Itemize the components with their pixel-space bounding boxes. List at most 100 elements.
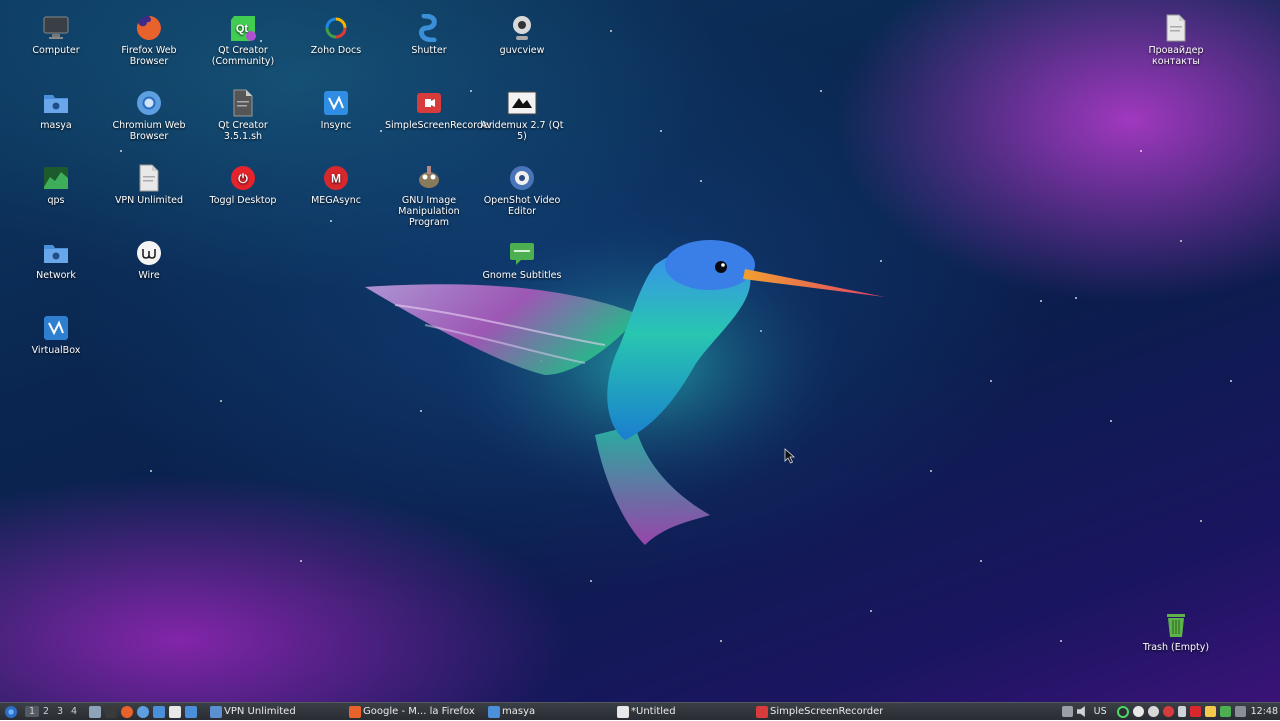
desktop-icon-document[interactable]: Провайдер контакты	[1130, 13, 1222, 67]
keyboard-layout-indicator[interactable]: US	[1094, 706, 1107, 717]
screen-recorder-icon	[756, 705, 768, 718]
taskbar-window-button[interactable]: *Untitled	[612, 704, 751, 720]
desktop-icon-label: GNU Image Manipulation Program	[398, 195, 460, 228]
mail-icon[interactable]	[1204, 706, 1216, 717]
avidemux-icon	[507, 88, 537, 118]
file-manager-icon[interactable]	[153, 705, 165, 718]
desktop-icon-label: VirtualBox	[31, 345, 81, 356]
menu-button[interactable]	[0, 703, 22, 721]
terminal-icon[interactable]	[105, 705, 117, 718]
battery-icon[interactable]	[1219, 706, 1231, 717]
workspace-3[interactable]: 3	[53, 706, 67, 717]
taskbar-window-button[interactable]: Google - M... la Firefox	[344, 704, 483, 720]
star	[150, 470, 152, 472]
desktop-icon-label: Firefox Web Browser	[121, 45, 177, 67]
mega-icon: M	[321, 163, 351, 193]
script-file-icon	[228, 88, 258, 118]
desktop-icon-chromium[interactable]: Chromium Web Browser	[103, 88, 195, 142]
mouse-pointer-icon	[784, 448, 796, 464]
desktop-icon-vpn-file[interactable]: VPN Unlimited	[103, 163, 195, 206]
desktop-icon-label: OpenShot Video Editor	[483, 195, 561, 217]
clipboard-icon[interactable]	[1061, 706, 1073, 717]
workspace-2[interactable]: 2	[39, 706, 53, 717]
desktop-icon-label: Zoho Docs	[310, 45, 362, 56]
notifications-icon[interactable]	[1234, 706, 1246, 717]
desktop-icon-label: MEGAsync	[311, 195, 361, 206]
qt-creator-icon: Qt	[228, 13, 258, 43]
screen-recorder-tray-icon[interactable]	[1162, 706, 1174, 717]
folder-icon[interactable]	[185, 705, 197, 718]
desktop-icon-insync[interactable]: Insync	[290, 88, 382, 131]
network-tray-icon[interactable]	[1147, 706, 1159, 717]
workspace-1[interactable]: 1	[25, 706, 39, 717]
desktop-icon-label: Chromium Web Browser	[112, 120, 186, 142]
workspace-switcher: 1234	[22, 703, 84, 721]
desktop-icon-gimp[interactable]: GNU Image Manipulation Program	[383, 163, 475, 228]
qps-monitor-icon	[41, 163, 71, 193]
star	[1040, 300, 1042, 302]
desktop-icon-home-folder[interactable]: masya	[10, 88, 102, 131]
firefox-icon[interactable]	[121, 705, 133, 718]
desktop-icon-label: Trash (Empty)	[1142, 642, 1210, 653]
star	[1075, 297, 1077, 299]
quick-launch-bar	[84, 703, 202, 721]
taskbar-window-button[interactable]: SimpleScreenRecorder	[751, 704, 910, 720]
sync-status-icon[interactable]	[1116, 705, 1129, 718]
trash-icon	[1161, 610, 1191, 640]
taskbar-window-button[interactable]: VPN Unlimited	[205, 704, 344, 720]
desktop-icon-avidemux[interactable]: Avidemux 2.7 (Qt 5)	[476, 88, 568, 142]
volume-icon[interactable]	[1076, 706, 1085, 717]
desktop-background: Computer Firefox Web Browser Qt Qt Creator …	[0, 0, 1280, 702]
desktop-icon-network-folder[interactable]: Network	[10, 238, 102, 281]
computer-icon	[41, 13, 71, 43]
screen-recorder-icon	[414, 88, 444, 118]
desktop-icon-trash[interactable]: Trash (Empty)	[1130, 610, 1222, 653]
firefox-icon	[134, 13, 164, 43]
text-editor-icon	[617, 705, 629, 718]
star	[990, 380, 992, 382]
network-folder-icon	[41, 238, 71, 268]
desktop-icon-label: Провайдер контакты	[1148, 45, 1204, 67]
clock[interactable]: 12:48	[1251, 706, 1278, 717]
taskbar-window-title: *Untitled	[631, 706, 676, 717]
power-icon[interactable]	[1132, 706, 1144, 717]
desktop-icon-wire[interactable]: Wire	[103, 238, 195, 281]
desktop-icon-toggl[interactable]: ⏻ Toggl Desktop	[197, 163, 289, 206]
chromium-icon[interactable]	[137, 705, 149, 718]
start-menu-icon	[5, 705, 17, 718]
star	[660, 130, 662, 132]
desktop-icon-label: Qt Creator 3.5.1.sh	[218, 120, 268, 142]
vpn-icon	[210, 705, 222, 718]
desktop-icon-qps-monitor[interactable]: qps	[10, 163, 102, 206]
desktop-icon-script-file[interactable]: Qt Creator 3.5.1.sh	[197, 88, 289, 142]
desktop-icon-zoho-docs[interactable]: Zoho Docs	[290, 13, 382, 56]
bluetooth-icon[interactable]	[1177, 706, 1186, 717]
desktop-icon-firefox[interactable]: Firefox Web Browser	[103, 13, 195, 67]
desktop-icon-openshot[interactable]: OpenShot Video Editor	[476, 163, 568, 217]
star	[330, 220, 332, 222]
show-desktop-icon[interactable]	[89, 705, 101, 718]
star	[700, 180, 702, 182]
workspace-4[interactable]: 4	[67, 706, 81, 717]
taskbar-window-title: SimpleScreenRecorder	[770, 706, 884, 717]
mega-tray-icon[interactable]	[1189, 706, 1201, 717]
desktop-icon-computer[interactable]: Computer	[10, 13, 102, 56]
desktop-icon-shutter[interactable]: Shutter	[383, 13, 475, 56]
star	[980, 560, 982, 562]
star	[120, 150, 122, 152]
desktop-icon-screen-recorder[interactable]: SimpleScreenRecorder	[383, 88, 493, 131]
star	[1200, 520, 1202, 522]
svg-text:Qt: Qt	[236, 23, 249, 35]
text-editor-icon[interactable]	[169, 705, 181, 718]
desktop-icon-virtualbox[interactable]: VirtualBox	[10, 313, 102, 356]
desktop-icon-mega[interactable]: M MEGAsync	[290, 163, 382, 206]
desktop-icon-webcam[interactable]: guvcview	[476, 13, 568, 56]
desktop-icon-subtitles[interactable]: Gnome Subtitles	[476, 238, 568, 281]
desktop-icon-label: guvcview	[499, 45, 545, 56]
taskbar-window-button[interactable]: masya	[483, 704, 612, 720]
svg-text:⏻: ⏻	[238, 172, 248, 186]
desktop-icon-qt-creator[interactable]: Qt Qt Creator (Community)	[197, 13, 289, 67]
desktop-icon-label: Shutter	[411, 45, 447, 56]
desktop-icon-label: qps	[47, 195, 65, 206]
wire-icon	[134, 238, 164, 268]
